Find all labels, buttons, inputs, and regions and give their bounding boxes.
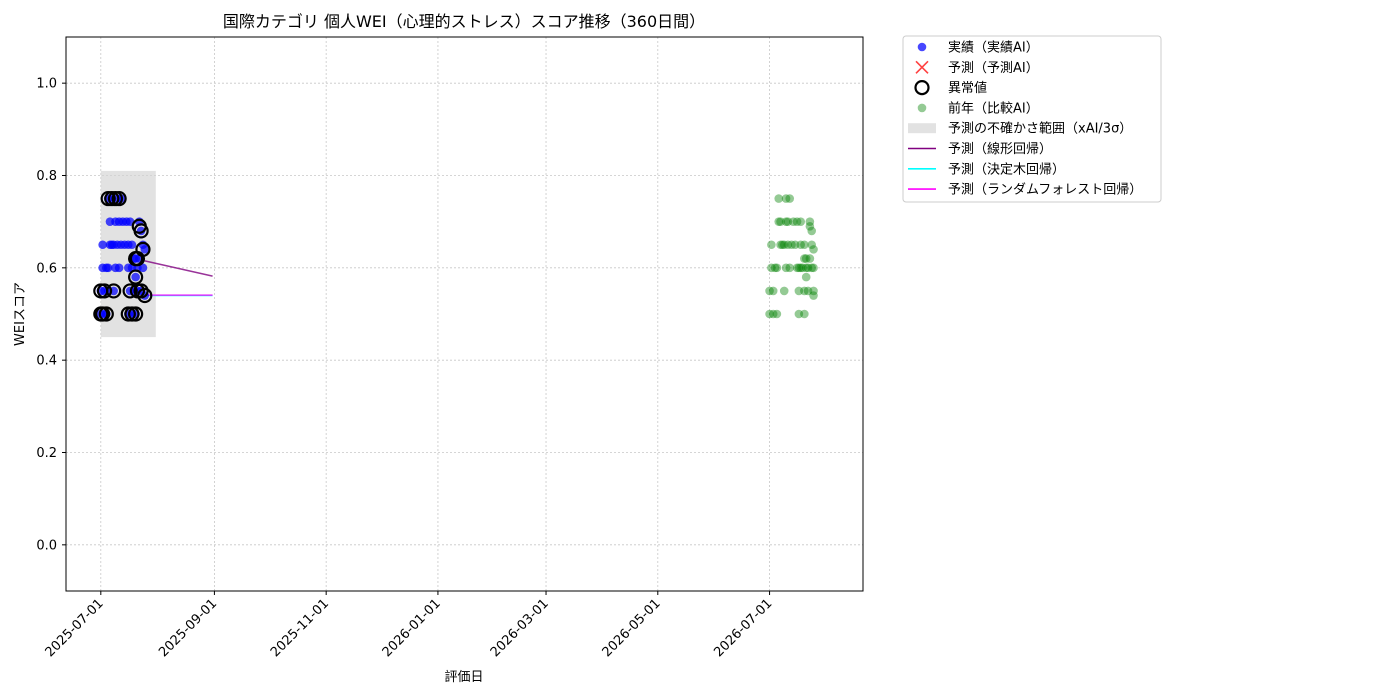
x-axis-ticks: 2025-07-01 2025-09-01 2025-11-01 2026-01-01… — [43, 591, 775, 660]
x-tick-label: 2026-03-01 — [488, 596, 552, 660]
previous-year-point — [774, 194, 784, 203]
x-tick-label: 2026-07-01 — [711, 596, 775, 660]
x-tick-label: 2025-07-01 — [43, 596, 107, 660]
previous-year-point — [785, 263, 795, 273]
legend-label-linear: 予測（線形回帰） — [948, 141, 1052, 157]
chart-canvas: 国際カテゴリ 個人WEI（心理的ストレス）スコア推移（360日間） 0.0 0.2… — [13, 12, 1162, 685]
actual-point — [114, 263, 124, 273]
y-axis-ticks: 0.0 0.2 0.4 0.6 0.8 1.0 — [36, 77, 66, 553]
legend-label-predicted: 予測（予測AI） — [948, 61, 1039, 76]
x-tick-label: 2026-01-01 — [380, 596, 444, 660]
x-tick-label: 2026-05-01 — [600, 596, 664, 660]
legend-marker-actual — [917, 42, 927, 52]
legend-label-forest: 予測（ランダムフォレスト回帰） — [948, 182, 1142, 198]
chart-title: 国際カテゴリ 個人WEI（心理的ストレス）スコア推移（360日間） — [223, 12, 705, 31]
previous-year-point — [772, 309, 782, 319]
legend-label-tree: 予測（決定木回帰） — [948, 161, 1065, 177]
y-tick-label: 0.6 — [36, 261, 57, 276]
previous-year-point — [785, 194, 795, 203]
y-tick-label: 0.2 — [36, 446, 57, 461]
previous-year-point — [768, 286, 778, 296]
y-tick-label: 0.0 — [36, 538, 57, 553]
previous-year-point — [767, 240, 776, 250]
y-tick-label: 1.0 — [36, 77, 57, 92]
legend-marker-previous_year — [917, 103, 927, 113]
grid — [66, 37, 863, 591]
legend-label-anomaly: 異常値 — [948, 80, 987, 96]
previous-year-point — [809, 291, 818, 300]
x-tick-label: 2025-11-01 — [268, 596, 332, 660]
previous-year-point — [807, 226, 816, 236]
legend-marker-uncertainty — [908, 123, 936, 134]
previous-year-point — [800, 309, 809, 319]
y-axis-label: WEIスコア — [13, 282, 28, 346]
previous-year-point — [805, 254, 815, 263]
previous-year-point — [796, 217, 806, 226]
actual-point — [98, 240, 107, 250]
previous-year-point — [772, 263, 782, 273]
plot-frame — [65, 36, 864, 592]
data-points-layer — [93, 190, 818, 322]
previous-year-point — [801, 272, 811, 282]
x-axis-label: 評価日 — [444, 670, 483, 685]
legend-label-uncertainty: 予測の不確かさ範囲（xAI/3σ） — [948, 121, 1132, 137]
previous-year-point — [800, 240, 809, 250]
legend-label-actual: 実績（実績AI） — [948, 40, 1039, 56]
previous-year-point — [779, 286, 789, 296]
legend-label-previous_year: 前年（比較AI） — [948, 100, 1039, 116]
y-tick-label: 0.4 — [36, 354, 57, 369]
previous-year-point — [809, 245, 818, 254]
previous-year-point — [809, 263, 818, 273]
actual-point — [131, 272, 140, 282]
y-tick-label: 0.8 — [36, 169, 57, 184]
chart-legend: 実績（実績AI） 予測（予測AI） 異常値前年（比較AI） 予測の不確かさ範囲（xAI… — [902, 35, 1162, 203]
actual-point — [103, 263, 113, 273]
x-tick-label: 2025-09-01 — [156, 596, 220, 660]
actual-point — [127, 240, 137, 250]
